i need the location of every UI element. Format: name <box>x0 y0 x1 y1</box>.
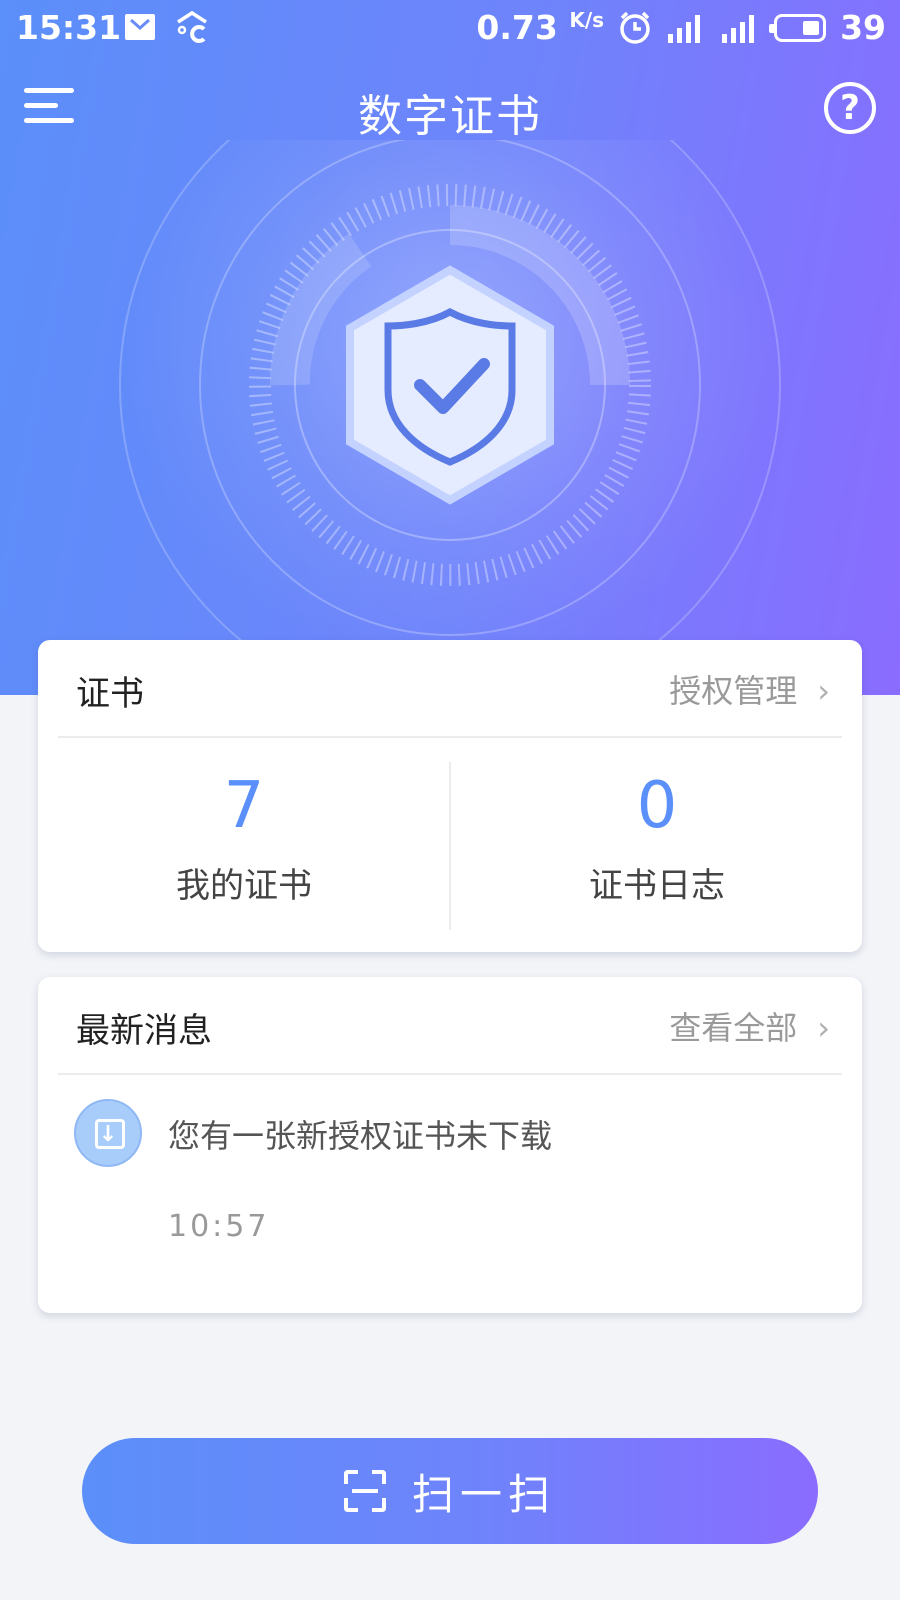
view-all-link[interactable]: 查看全部 › <box>669 1003 830 1049</box>
message-text: 您有一张新授权证书未下载 <box>168 1117 553 1155</box>
scan-icon <box>343 1470 386 1512</box>
my-certificates-count: 7 <box>223 769 265 843</box>
top-bar: 数字证书 ? <box>0 70 900 146</box>
network-speed: 0.73 <box>476 8 558 47</box>
message-time: 10:57 <box>168 1209 270 1244</box>
mail-icon <box>125 14 155 40</box>
status-bar: 15:31 0.73 K/s 39 <box>0 0 900 56</box>
help-icon[interactable]: ? <box>824 82 876 134</box>
my-certificates-stat[interactable]: 7 我的证书 <box>38 760 450 940</box>
alarm-icon <box>620 11 650 44</box>
download-icon: ↓ <box>74 1099 142 1167</box>
signal-3g-icon <box>668 14 701 43</box>
shield-check-icon <box>119 140 781 695</box>
certificate-log-stat[interactable]: 0 证书日志 <box>451 760 863 940</box>
certificate-card-title: 证书 <box>76 674 144 714</box>
certificate-log-count: 0 <box>636 769 678 843</box>
chevron-right-icon: › <box>817 1009 830 1047</box>
scan-button-label: 扫一扫 <box>411 1469 556 1519</box>
divider <box>58 1073 842 1075</box>
battery-icon <box>769 13 827 42</box>
certificate-log-label: 证书日志 <box>589 866 725 906</box>
chevron-right-icon: › <box>817 672 830 710</box>
latest-messages-card: 最新消息 查看全部 › ↓ 您有一张新授权证书未下载 10:57 <box>38 977 862 1313</box>
my-certificates-label: 我的证书 <box>176 866 312 906</box>
certificate-card: 证书 授权管理 › 7 我的证书 0 证书日志 <box>38 640 862 952</box>
scan-button[interactable]: 扫一扫 <box>82 1438 818 1544</box>
page-title: 数字证书 <box>358 91 542 142</box>
status-time: 15:31 <box>16 8 122 47</box>
message-item[interactable]: ↓ 您有一张新授权证书未下载 10:57 <box>38 1087 862 1287</box>
hero-banner: 15:31 0.73 K/s 39 数字证书 ? <box>0 0 900 695</box>
signal-h-icon <box>722 14 755 43</box>
battery-level: 39 <box>840 8 886 47</box>
authorization-management-link[interactable]: 授权管理 › <box>669 666 830 712</box>
weather-icon <box>177 10 207 43</box>
divider <box>58 736 842 738</box>
network-speed-unit: K/s <box>569 8 605 32</box>
latest-messages-title: 最新消息 <box>76 1011 212 1051</box>
